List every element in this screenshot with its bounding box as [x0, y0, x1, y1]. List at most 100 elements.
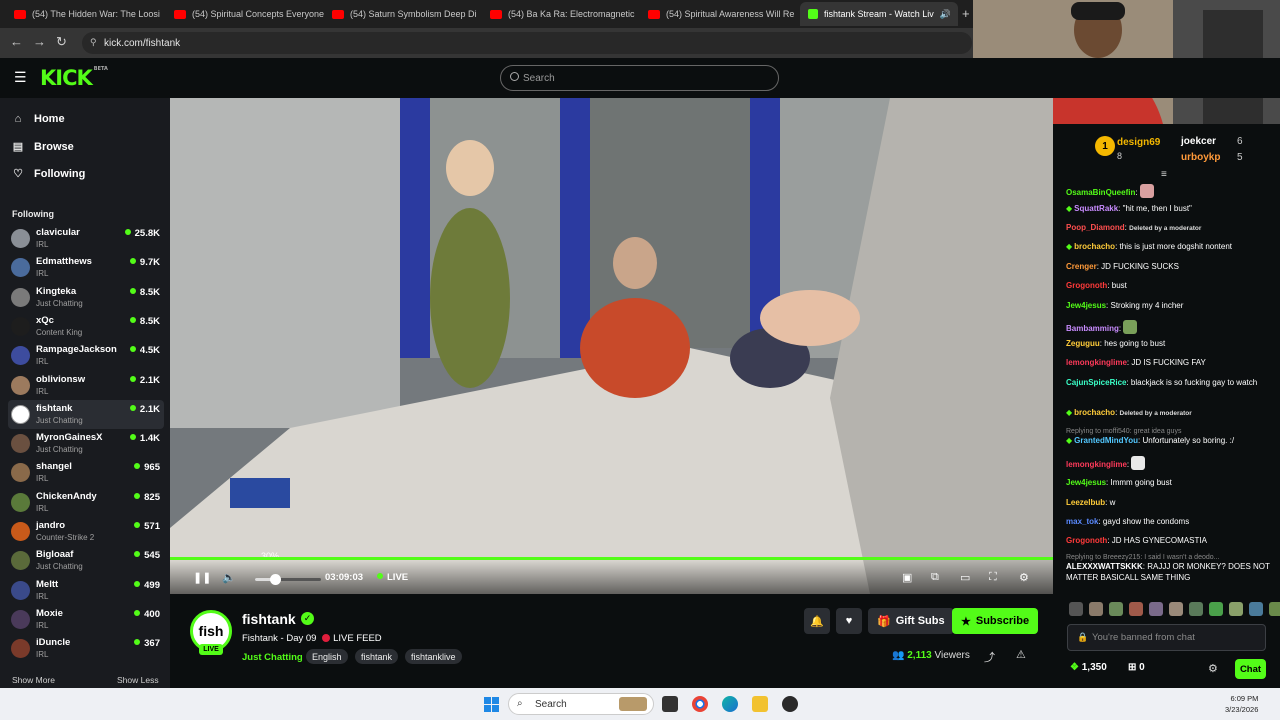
fullscreen-icon[interactable]: ⛶: [989, 571, 997, 584]
sidebar-channel[interactable]: Kingteka Just Chatting 8.5K: [8, 283, 164, 312]
chat-send-button[interactable]: Chat: [1235, 659, 1266, 679]
system-clock[interactable]: 6:09 PM 3/23/2026: [1225, 694, 1258, 715]
clip-icon[interactable]: ⧉: [931, 571, 939, 584]
nav-browse[interactable]: ▤ Browse: [12, 140, 74, 154]
chat-username[interactable]: ALEXXXWATTSKKK: [1066, 562, 1143, 571]
theater-icon[interactable]: ▭: [960, 571, 970, 584]
windows-start-icon[interactable]: [484, 697, 499, 712]
emote-icon[interactable]: [1249, 602, 1263, 616]
close-icon[interactable]: ✕: [951, 8, 958, 21]
taskbar-search[interactable]: ⌕ Search: [508, 693, 654, 715]
back-icon[interactable]: ←: [10, 34, 23, 49]
settings-icon[interactable]: ⚙: [1019, 571, 1029, 584]
chat-username[interactable]: OsamaBinQueefin: [1066, 188, 1135, 197]
show-more-button[interactable]: Show More: [12, 675, 55, 685]
chat-username[interactable]: Grogonoth: [1066, 536, 1107, 545]
emote-icon[interactable]: [1129, 602, 1143, 616]
file-explorer-icon[interactable]: [752, 696, 768, 712]
app-icon[interactable]: [782, 696, 798, 712]
sidebar-channel[interactable]: MyronGainesX Just Chatting 1.4K: [8, 429, 164, 458]
browser-tab[interactable]: (54) Saturn Symbolism Deep Di✕: [324, 2, 482, 26]
sidebar-channel[interactable]: Moxie IRL 400: [8, 605, 164, 634]
sidebar-channel[interactable]: fishtank Just Chatting 2.1K: [8, 399, 164, 429]
reload-icon[interactable]: ↻: [56, 34, 67, 50]
sidebar-channel[interactable]: Meltt IRL 499: [8, 576, 164, 605]
menu-icon[interactable]: ☰: [14, 69, 27, 86]
expand-leaderboard-icon[interactable]: ≡: [1161, 169, 1167, 180]
chat-username[interactable]: Zeguguu: [1066, 339, 1100, 348]
chat-username[interactable]: brochacho: [1074, 408, 1115, 417]
emote-icon[interactable]: [1229, 602, 1243, 616]
stream-tag[interactable]: fishtank: [355, 649, 399, 664]
emote-icon[interactable]: [1169, 602, 1183, 616]
report-icon[interactable]: ⚠: [1016, 648, 1026, 661]
emote-icon[interactable]: [1149, 602, 1163, 616]
sidebar-channel[interactable]: ChickenAndy IRL 825: [8, 488, 164, 517]
nav-home[interactable]: ⌂ Home: [12, 113, 65, 125]
chat-input[interactable]: 🔒 You're banned from chat: [1067, 624, 1266, 651]
chat-username[interactable]: Jew4jesus: [1066, 478, 1106, 487]
sidebar-channel[interactable]: iDuncle IRL 367: [8, 634, 164, 663]
chat-username[interactable]: max_tok: [1066, 517, 1098, 526]
browser-tab[interactable]: (54) Spiritual Concepts Everyone✕: [166, 2, 324, 26]
volume-knob[interactable]: [269, 574, 281, 585]
chat-username[interactable]: lemongkinglime: [1066, 358, 1127, 367]
chat-username[interactable]: Leezelbub: [1066, 498, 1105, 507]
address-bar[interactable]: ⚲ kick.com/fishtank: [82, 32, 972, 54]
leader-name[interactable]: design69: [1117, 137, 1160, 148]
chat-username[interactable]: Grogonoth: [1066, 281, 1107, 290]
chat-username[interactable]: GrantedMindYou: [1074, 436, 1138, 445]
channel-name[interactable]: fishtank: [242, 611, 296, 627]
stream-category[interactable]: Just Chatting: [242, 652, 303, 663]
sidebar-channel[interactable]: xQc Content King 8.5K: [8, 312, 164, 341]
emote-icon[interactable]: [1209, 602, 1223, 616]
emote-icon[interactable]: [1269, 602, 1280, 616]
emote-icon[interactable]: [1089, 602, 1103, 616]
sidebar-channel[interactable]: Bigloaaf Just Chatting 545: [8, 546, 164, 575]
chat-username[interactable]: Bambamming: [1066, 324, 1119, 333]
browser-tab[interactable]: (54) Spiritual Awareness Will Re✕: [640, 2, 800, 26]
sidebar-channel[interactable]: jandro Counter-Strike 2 571: [8, 517, 164, 546]
live-indicator[interactable]: LIVE: [377, 572, 408, 583]
browser-tab[interactable]: (54) The Hidden War: The Loosi✕: [6, 2, 166, 26]
video-player[interactable]: 30% ❚❚ 🔈 03:09:03 LIVE ▣ ⧉ ▭ ⛶ ⚙: [170, 98, 1053, 594]
volume-slider[interactable]: [255, 574, 321, 585]
miniplayer-icon[interactable]: ▣: [902, 571, 912, 584]
follow-button[interactable]: ♥: [836, 608, 862, 634]
sidebar-channel[interactable]: RampageJackson IRL 4.5K: [8, 341, 164, 370]
stream-tag[interactable]: fishtanklive: [405, 649, 462, 664]
search-input[interactable]: Search: [500, 65, 779, 91]
emote-icon[interactable]: [1189, 602, 1203, 616]
sidebar-channel[interactable]: oblivionsw IRL 2.1K: [8, 371, 164, 400]
pause-icon[interactable]: ❚❚: [193, 571, 211, 584]
chrome-icon[interactable]: [692, 696, 708, 712]
edge-icon[interactable]: [722, 696, 738, 712]
chat-username[interactable]: brochacho: [1074, 242, 1115, 251]
subscribe-button[interactable]: ★ Subscribe: [952, 608, 1039, 634]
speaker-icon[interactable]: 🔊: [940, 9, 951, 20]
new-tab-icon[interactable]: +: [962, 6, 970, 21]
reply-context[interactable]: Replying to moffi540: great idea guys: [1066, 427, 1276, 436]
task-view-icon[interactable]: [662, 696, 678, 712]
emote-icon[interactable]: [1069, 602, 1083, 616]
nav-following[interactable]: ♡ Following: [12, 167, 85, 181]
browser-tab[interactable]: (54) Ba Ka Ra: Electromagnetic✕: [482, 2, 640, 26]
kick-logo[interactable]: KICK BETA: [40, 66, 108, 90]
leader-name[interactable]: joekcer: [1181, 136, 1216, 147]
volume-icon[interactable]: 🔈: [222, 571, 236, 584]
chat-username[interactable]: Poop_Diamond: [1066, 223, 1125, 232]
channel-points[interactable]: ❖ 1,350: [1070, 662, 1107, 673]
gift-subs-button[interactable]: 🎁 Gift Subs: [868, 608, 954, 634]
chat-username[interactable]: lemongkinglime: [1066, 460, 1127, 469]
forward-icon[interactable]: →: [33, 34, 46, 49]
chat-username[interactable]: CajunSpiceRice: [1066, 378, 1126, 387]
stream-tag[interactable]: English: [306, 649, 348, 664]
notification-bell-button[interactable]: 🔔: [804, 608, 830, 634]
emote-icon[interactable]: [1109, 602, 1123, 616]
chat-settings-icon[interactable]: ⚙: [1208, 662, 1218, 675]
share-icon[interactable]: ⤴: [984, 649, 995, 665]
sidebar-channel[interactable]: shangel IRL 965: [8, 458, 164, 487]
chat-username[interactable]: SquattRakk: [1074, 204, 1118, 213]
sidebar-channel[interactable]: Edmatthews IRL 9.7K: [8, 253, 164, 282]
site-info-icon[interactable]: ⚲: [90, 37, 97, 48]
